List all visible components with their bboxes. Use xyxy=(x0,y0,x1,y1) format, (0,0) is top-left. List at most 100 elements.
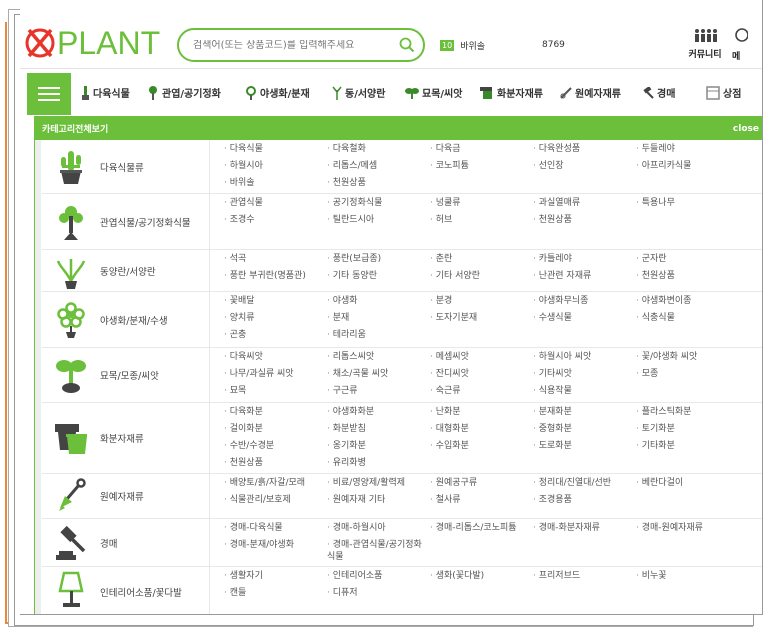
subcategory-link[interactable]: 아프리카식물 xyxy=(636,158,739,175)
rank-keyword[interactable]: 바위솔 xyxy=(460,39,485,52)
subcategory-link[interactable]: 틸란드시아 xyxy=(327,212,430,229)
search-bar[interactable] xyxy=(177,28,425,62)
subcategory-link[interactable]: 코노피튬 xyxy=(430,158,533,175)
subcategory-link[interactable]: 기타씨앗 xyxy=(533,366,636,383)
subcategory-link[interactable]: 다육완성품 xyxy=(533,141,636,158)
nav-item-tools[interactable]: 원예자재류 xyxy=(560,85,621,100)
subcategory-link[interactable]: 식충식물 xyxy=(636,310,739,327)
subcategory-link[interactable]: 석곡 xyxy=(224,251,327,268)
popular-keyword[interactable]: 10 바위솔 xyxy=(440,39,485,52)
nav-item-pot[interactable]: 화분자재류 xyxy=(480,85,543,100)
subcategory-link[interactable]: 식용작물 xyxy=(533,383,636,400)
category-link[interactable]: 다육식물류 xyxy=(42,140,210,193)
search-icon[interactable] xyxy=(399,37,415,53)
subcategory-link[interactable]: 허브 xyxy=(430,212,533,229)
nav-item-foliage[interactable]: 관엽/공기정화 xyxy=(147,85,221,100)
subcategory-link[interactable]: 경매-화분자재류 xyxy=(533,520,636,537)
subcategory-link[interactable]: 넝쿨류 xyxy=(430,195,533,212)
subcategory-link[interactable]: 구근류 xyxy=(327,383,430,400)
subcategory-link[interactable]: 꽃/야생화 씨앗 xyxy=(636,349,739,366)
subcategory-link[interactable]: 생활자기 xyxy=(224,568,327,585)
site-logo[interactable]: PLANT xyxy=(25,25,160,61)
search-input[interactable] xyxy=(193,39,399,51)
subcategory-link[interactable]: 야생화변이종 xyxy=(636,293,739,310)
subcategory-link[interactable]: 비누꽃 xyxy=(636,568,739,585)
subcategory-link[interactable]: 원예공구류 xyxy=(430,475,533,492)
subcategory-link[interactable]: 경매-하월시아 xyxy=(327,520,430,537)
subcategory-link[interactable]: 천원상품 xyxy=(636,268,739,285)
subcategory-link[interactable]: 공기정화식물 xyxy=(327,195,430,212)
subcategory-link[interactable]: 철사류 xyxy=(430,492,533,509)
subcategory-link[interactable]: 베란다걸이 xyxy=(636,475,739,492)
subcategory-link[interactable]: 경매-관엽식물/공기정화식물 xyxy=(327,537,430,563)
subcategory-link[interactable]: 디퓨저 xyxy=(327,585,430,602)
subcategory-link[interactable]: 채소/곡물 씨앗 xyxy=(327,366,430,383)
category-link[interactable]: 동양란/서양란 xyxy=(42,250,210,291)
nav-item-auction[interactable]: 경매 xyxy=(642,85,675,100)
subcategory-link[interactable]: 분재화분 xyxy=(533,404,636,421)
subcategory-link[interactable]: 분경 xyxy=(430,293,533,310)
subcategory-link[interactable]: 숙근류 xyxy=(430,383,533,400)
subcategory-link[interactable]: 야생화화분 xyxy=(327,404,430,421)
subcategory-link[interactable]: 플라스틱화분 xyxy=(636,404,739,421)
subcategory-link[interactable]: 메셈씨앗 xyxy=(430,349,533,366)
subcategory-link[interactable]: 기타 동양란 xyxy=(327,268,430,285)
subcategory-link[interactable]: 프리저브드 xyxy=(533,568,636,585)
subcategory-link[interactable]: 양치류 xyxy=(224,310,327,327)
subcategory-link[interactable]: 조경수 xyxy=(224,212,327,229)
subcategory-link[interactable]: 옹기화분 xyxy=(327,438,430,455)
subcategory-link[interactable]: 리톱스/메셈 xyxy=(327,158,430,175)
subcategory-link[interactable]: 수입화분 xyxy=(430,438,533,455)
subcategory-link[interactable]: 잔디씨앗 xyxy=(430,366,533,383)
close-button[interactable]: close xyxy=(733,124,759,134)
nav-item-orchid[interactable]: 동/서양란 xyxy=(332,85,385,100)
subcategory-link[interactable]: 기타 서양란 xyxy=(430,268,533,285)
subcategory-link[interactable]: 배양토/흙/자갈/모래 xyxy=(224,475,327,492)
subcategory-link[interactable]: 인테리어소품 xyxy=(327,568,430,585)
nav-item-shop[interactable]: 상점 xyxy=(706,85,741,100)
category-link[interactable]: 원예자재류 xyxy=(42,474,210,518)
subcategory-link[interactable]: 난화분 xyxy=(430,404,533,421)
category-link[interactable]: 경매 xyxy=(42,519,210,566)
category-link[interactable]: 인테리어소품/꽃다발 xyxy=(42,567,210,614)
subcategory-link[interactable]: 천원상품 xyxy=(533,212,636,229)
subcategory-link[interactable]: 화분받침 xyxy=(327,421,430,438)
subcategory-link[interactable]: 식물관리/보호제 xyxy=(224,492,327,509)
subcategory-link[interactable]: 수반/수경분 xyxy=(224,438,327,455)
subcategory-link[interactable]: 천원상품 xyxy=(224,455,327,472)
subcategory-link[interactable]: 과실열매류 xyxy=(533,195,636,212)
subcategory-link[interactable]: 경매-리톱스/코노피튬 xyxy=(430,520,533,537)
subcategory-link[interactable]: 대형화분 xyxy=(430,421,533,438)
subcategory-link[interactable]: 원예자재 기타 xyxy=(327,492,430,509)
subcategory-link[interactable]: 모종 xyxy=(636,366,739,383)
subcategory-link[interactable]: 경매-분재/야생화 xyxy=(224,537,327,563)
subcategory-link[interactable]: 수생식물 xyxy=(533,310,636,327)
subcategory-link[interactable]: 나무/과실류 씨앗 xyxy=(224,366,327,383)
subcategory-link[interactable]: 분재 xyxy=(327,310,430,327)
category-link[interactable]: 관엽식물/공기정화식물 xyxy=(42,194,210,249)
menu-toggle-button[interactable] xyxy=(27,73,71,115)
subcategory-link[interactable]: 기타화분 xyxy=(636,438,739,455)
subcategory-link[interactable]: 야생화무늬종 xyxy=(533,293,636,310)
subcategory-link[interactable]: 묘목 xyxy=(224,383,327,400)
subcategory-link[interactable]: 정리대/진열대/선반 xyxy=(533,475,636,492)
subcategory-link[interactable]: 경매-원예자재류 xyxy=(636,520,739,537)
subcategory-link[interactable]: 꽃배달 xyxy=(224,293,327,310)
subcategory-link[interactable]: 관엽식물 xyxy=(224,195,327,212)
subcategory-link[interactable]: 다육식물 xyxy=(224,141,327,158)
subcategory-link[interactable]: 다육금 xyxy=(430,141,533,158)
subcategory-link[interactable]: 카틀레야 xyxy=(533,251,636,268)
subcategory-link[interactable]: 풍란 부귀란(명품관) xyxy=(224,268,327,285)
subcategory-link[interactable]: 다육화분 xyxy=(224,404,327,421)
subcategory-link[interactable]: 중형화분 xyxy=(533,421,636,438)
subcategory-link[interactable]: 토기화분 xyxy=(636,421,739,438)
subcategory-link[interactable]: 특용나무 xyxy=(636,195,739,212)
subcategory-link[interactable]: 도자기분재 xyxy=(430,310,533,327)
subcategory-link[interactable]: 다육씨앗 xyxy=(224,349,327,366)
nav-item-sprout[interactable]: 묘목/씨앗 xyxy=(405,85,462,100)
subcategory-link[interactable]: 풍란(보급종) xyxy=(327,251,430,268)
subcategory-link[interactable]: 바위솔 xyxy=(224,175,327,192)
my-page-link[interactable]: 메 xyxy=(732,28,762,62)
subcategory-link[interactable]: 다육철화 xyxy=(327,141,430,158)
subcategory-link[interactable]: 도로화분 xyxy=(533,438,636,455)
